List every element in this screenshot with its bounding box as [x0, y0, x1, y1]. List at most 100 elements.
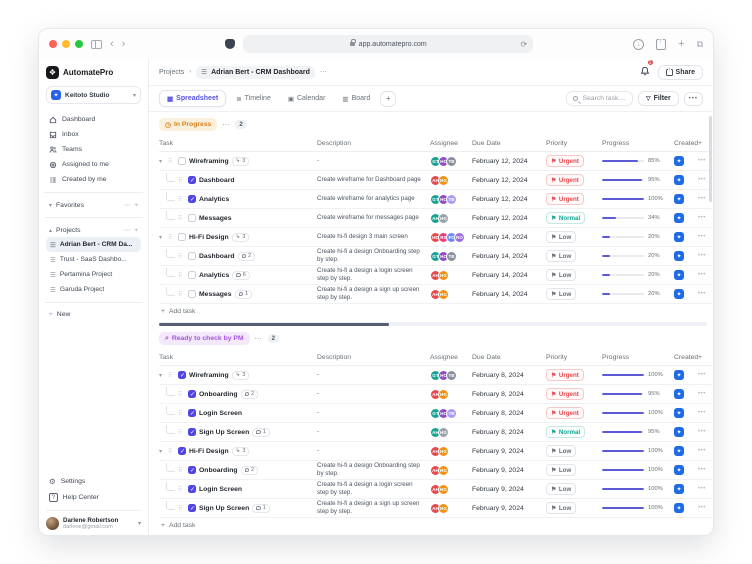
favorites-add-icon[interactable]: + — [134, 202, 138, 209]
priority-cell[interactable]: ⚑ Low — [546, 483, 602, 495]
task-checkbox[interactable] — [188, 428, 196, 436]
task-checkbox[interactable] — [178, 157, 186, 165]
priority-cell[interactable]: ⚑ Urgent — [546, 193, 602, 205]
add-task-button[interactable]: + Add task — [159, 304, 713, 319]
row-actions-cell[interactable]: ••• — [698, 391, 713, 397]
forward-icon[interactable]: › — [122, 39, 126, 50]
row-actions-cell[interactable]: ••• — [698, 372, 713, 378]
new-tab-icon[interactable]: + — [678, 39, 684, 50]
priority-cell[interactable]: ⚑ Low — [546, 231, 602, 243]
breadcrumb-more-icon[interactable]: ⋯ — [320, 68, 328, 76]
task-checkbox[interactable] — [188, 485, 196, 493]
browser-sidebar-icon[interactable] — [91, 40, 102, 49]
due-date-cell[interactable]: February 14, 2024 — [472, 291, 546, 298]
assignee-cell[interactable]: AHHG — [430, 289, 472, 300]
due-date-cell[interactable]: February 14, 2024 — [472, 253, 546, 260]
search-input[interactable]: Search task.... — [566, 91, 632, 106]
due-date-cell[interactable]: February 9, 2024 — [472, 467, 546, 474]
task-cell[interactable]: ⠿ Sign Up Screen 1 — [159, 428, 317, 437]
due-date-cell[interactable]: February 8, 2024 — [472, 429, 546, 436]
task-checkbox[interactable] — [178, 233, 186, 241]
due-date-cell[interactable]: February 12, 2024 — [472, 196, 546, 203]
assignee-cell[interactable]: AHHG — [430, 427, 472, 438]
sidebar-item-teams[interactable]: Teams — [46, 142, 141, 157]
sidebar-item-assigned-to-me[interactable]: Assigned to me — [46, 157, 141, 172]
workspace-selector[interactable]: ✦ Keitoto Studio ▾ — [46, 86, 141, 104]
priority-cell[interactable]: ⚑ Low — [546, 250, 602, 262]
user-menu[interactable]: Darlene Robertson darlene@gmail.com ▾ — [46, 510, 141, 530]
task-checkbox[interactable] — [188, 214, 196, 222]
row-more-icon[interactable]: ••• — [698, 215, 706, 221]
minimize-window-button[interactable] — [62, 40, 70, 48]
task-checkbox[interactable] — [188, 271, 196, 279]
new-project-button[interactable]: + New — [46, 308, 141, 321]
task-checkbox[interactable] — [188, 195, 196, 203]
row-more-icon[interactable]: ••• — [698, 486, 706, 492]
comment-count-badge[interactable]: 1 — [252, 504, 270, 513]
tab-timeline[interactable]: ≣ Timeline — [229, 91, 278, 106]
vertical-scrollbar[interactable] — [709, 116, 712, 202]
sidebar-project-item[interactable]: ☰ Adrian Bert - CRM Da... — [46, 237, 141, 252]
drag-handle-icon[interactable]: ⠿ — [178, 467, 185, 474]
priority-cell[interactable]: ⚑ Urgent — [546, 155, 602, 167]
chevron-down-icon[interactable]: ▾ — [159, 234, 165, 241]
row-actions-cell[interactable]: ••• — [698, 272, 713, 278]
row-more-icon[interactable]: ••• — [698, 505, 706, 511]
comment-count-badge[interactable]: 1 — [235, 290, 253, 299]
comment-count-badge[interactable]: 6 — [232, 271, 250, 280]
row-more-icon[interactable]: ••• — [698, 158, 706, 164]
projects-more-icon[interactable]: ⋯ — [124, 226, 131, 234]
drag-handle-icon[interactable]: ⠿ — [178, 486, 185, 493]
task-cell[interactable]: ⠿ Login Screen — [159, 409, 317, 417]
task-cell[interactable]: ⠿ Sign Up Screen 1 — [159, 504, 317, 513]
drag-handle-icon[interactable]: ⠿ — [178, 505, 185, 512]
row-actions-cell[interactable]: ••• — [698, 486, 713, 492]
task-checkbox[interactable] — [188, 466, 196, 474]
row-more-icon[interactable]: ••• — [698, 467, 706, 473]
priority-cell[interactable]: ⚑ Normal — [546, 426, 602, 438]
due-date-cell[interactable]: February 8, 2024 — [472, 410, 546, 417]
sidebar-project-item[interactable]: ☰ Garuda Project — [46, 282, 141, 297]
sidebar-section-favorites[interactable]: ▾ Favorites ⋯ + — [46, 198, 141, 212]
task-cell[interactable]: ▾ ⠿ Hi-Fi Design ↳3 — [159, 233, 317, 242]
row-more-icon[interactable]: ••• — [698, 253, 706, 259]
drag-handle-icon[interactable]: ⠿ — [168, 448, 175, 455]
tab-calendar[interactable]: ▣ Calendar — [281, 91, 333, 106]
row-actions-cell[interactable]: ••• — [698, 215, 713, 221]
assignee-cell[interactable]: AHHG — [430, 465, 472, 476]
row-more-icon[interactable]: ••• — [698, 429, 706, 435]
due-date-cell[interactable]: February 9, 2024 — [472, 505, 546, 512]
tab-overview-icon[interactable]: ⧉ — [697, 40, 703, 49]
task-cell[interactable]: ⠿ Login Screen — [159, 485, 317, 493]
add-view-button[interactable]: + — [380, 91, 396, 107]
comment-count-badge[interactable]: 1 — [252, 428, 270, 437]
due-date-cell[interactable]: February 8, 2024 — [472, 391, 546, 398]
due-date-cell[interactable]: February 14, 2024 — [472, 272, 546, 279]
drag-handle-icon[interactable]: ⠿ — [178, 429, 185, 436]
horizontal-scrollbar[interactable] — [159, 322, 707, 326]
subtask-count-badge[interactable]: ↳3 — [232, 447, 250, 456]
assignee-cell[interactable]: GTHCTB — [430, 251, 472, 262]
row-actions-cell[interactable]: ••• — [698, 253, 713, 259]
task-checkbox[interactable] — [178, 371, 186, 379]
chevron-down-icon[interactable]: ▾ — [159, 448, 165, 455]
drag-handle-icon[interactable]: ⠿ — [168, 158, 175, 165]
task-checkbox[interactable] — [188, 290, 196, 298]
task-cell[interactable]: ⠿ Onboarding 2 — [159, 390, 317, 399]
assignee-cell[interactable]: AHHG — [430, 389, 472, 400]
due-date-cell[interactable]: February 8, 2024 — [472, 372, 546, 379]
due-date-cell[interactable]: February 9, 2024 — [472, 448, 546, 455]
due-date-cell[interactable]: February 9, 2024 — [472, 486, 546, 493]
task-checkbox[interactable] — [188, 390, 196, 398]
subtask-count-badge[interactable]: ↳3 — [232, 157, 250, 166]
drag-handle-icon[interactable]: ⠿ — [178, 291, 185, 298]
due-date-cell[interactable]: February 12, 2024 — [472, 177, 546, 184]
drag-handle-icon[interactable]: ⠿ — [178, 253, 185, 260]
sidebar-project-item[interactable]: ☰ Pertamina Project — [46, 267, 141, 282]
row-more-icon[interactable]: ••• — [698, 291, 706, 297]
column-header-[interactable]: + — [698, 354, 713, 361]
row-more-icon[interactable]: ••• — [698, 234, 706, 240]
priority-cell[interactable]: ⚑ Urgent — [546, 369, 602, 381]
filter-button[interactable]: ▽ Filter — [638, 91, 679, 106]
row-more-icon[interactable]: ••• — [698, 410, 706, 416]
